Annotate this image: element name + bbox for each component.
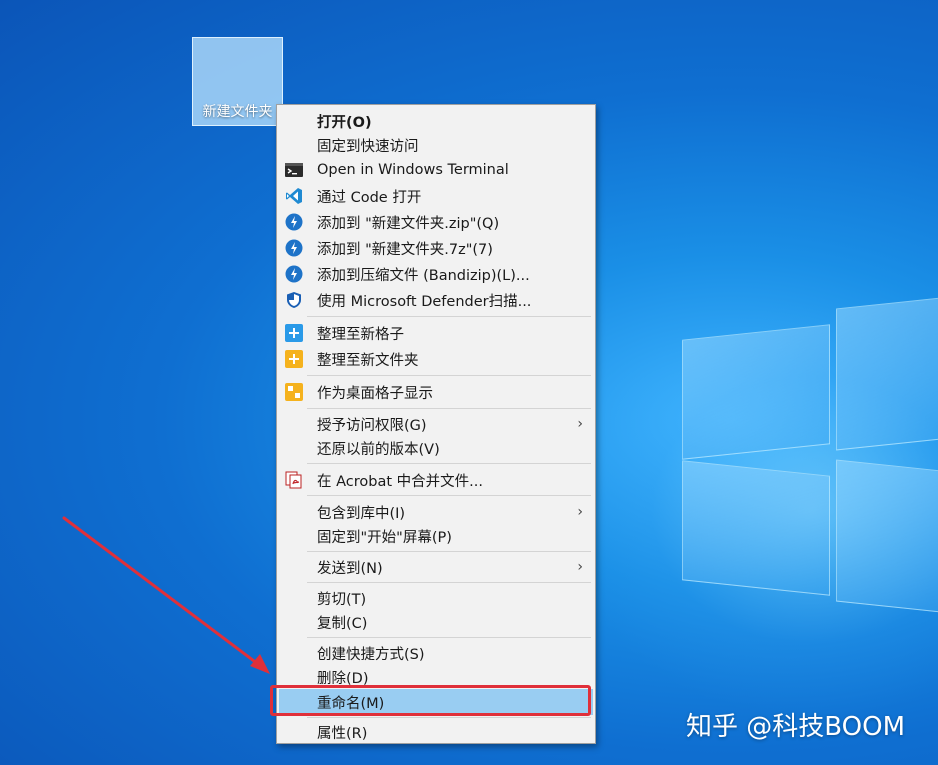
watermark-text: 知乎 @科技BOOM bbox=[686, 712, 906, 742]
annotation-arrow bbox=[62, 516, 270, 674]
